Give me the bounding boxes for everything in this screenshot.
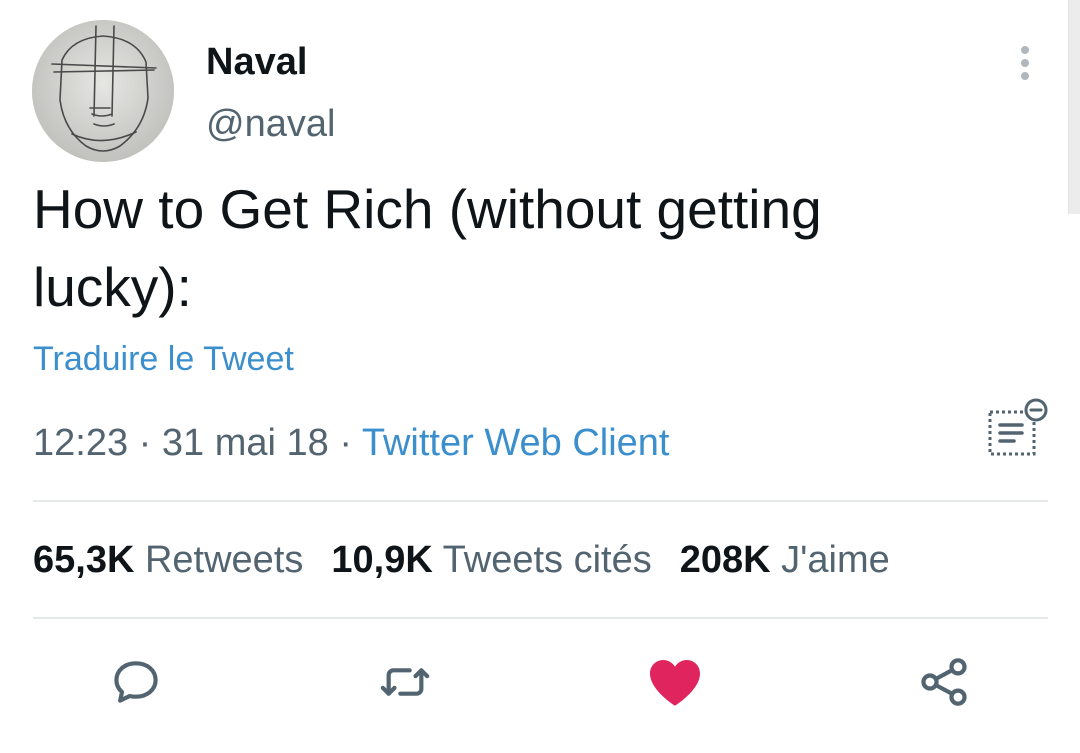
stat-label: Tweets cités <box>442 539 652 581</box>
share-icon <box>921 658 967 706</box>
author-name[interactable]: Naval <box>206 40 307 84</box>
stat-count: 65,3K <box>33 539 135 581</box>
scrollbar[interactable] <box>1068 0 1080 214</box>
tweet-date[interactable]: 31 mai 18 <box>162 422 329 464</box>
stat-label: J'aime <box>781 539 890 581</box>
stat-likes[interactable]: 208K J'aime <box>680 537 890 583</box>
reply-button[interactable] <box>104 650 168 714</box>
stat-count: 10,9K <box>331 539 433 581</box>
tweet-stats: 65,3K Retweets 10,9K Tweets cités 208K J'a… <box>33 537 918 583</box>
divider <box>33 617 1048 619</box>
share-button[interactable] <box>912 650 976 714</box>
stat-retweets[interactable]: 65,3K Retweets <box>33 537 303 583</box>
heart-icon <box>650 660 700 706</box>
like-button[interactable] <box>643 650 707 714</box>
stat-quote-tweets[interactable]: 10,9K Tweets cités <box>331 537 651 583</box>
author-handle[interactable]: @naval <box>206 102 335 146</box>
separator-dot: · <box>128 422 162 464</box>
retweet-icon <box>380 668 430 696</box>
reply-icon <box>114 661 158 703</box>
retweet-button[interactable] <box>373 650 437 714</box>
stat-count: 208K <box>679 539 771 581</box>
more-options-icon[interactable] <box>1010 42 1040 86</box>
tweet-client-link[interactable]: Twitter Web Client <box>362 422 670 464</box>
tweet-text: How to Get Rich (without getting lucky): <box>33 178 822 318</box>
tweet-detail: Naval @naval How to Get Rich (without ge… <box>0 0 1080 753</box>
translate-tweet-link[interactable]: Traduire le Tweet <box>33 339 294 379</box>
tweet-time[interactable]: 12:23 <box>33 422 128 464</box>
separator-dot: · <box>328 422 362 464</box>
author-avatar[interactable] <box>32 20 174 162</box>
tweet-analytics-icon[interactable] <box>984 398 1050 460</box>
stat-label: Retweets <box>144 539 304 581</box>
tweet-metadata: 12:23 · 31 mai 18 · Twitter Web Client <box>33 421 669 465</box>
divider <box>33 500 1048 502</box>
avatar-sketch-image <box>32 20 174 162</box>
